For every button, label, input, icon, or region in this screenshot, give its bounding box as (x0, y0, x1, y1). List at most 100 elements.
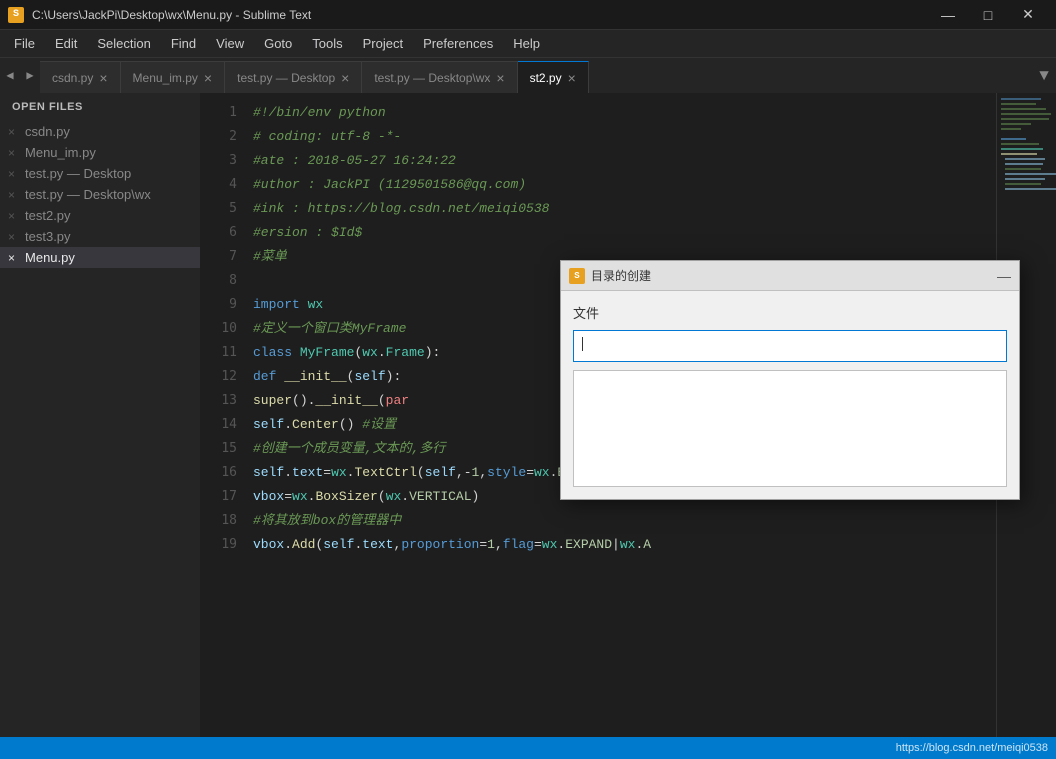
close-icon: × (8, 230, 15, 244)
code-line-19: vbox.Add(self.text,proportion=1,flag=wx.… (253, 533, 996, 557)
maximize-button[interactable]: □ (968, 0, 1008, 30)
title-controls: — □ ✕ (928, 0, 1048, 30)
tab-close-test-wx[interactable]: × (496, 71, 504, 85)
status-bar: https://blog.csdn.net/meiqi0538 (0, 737, 1056, 759)
line-num-9: 9 (200, 293, 245, 317)
line-num-1: 1 (200, 101, 245, 125)
line-num-3: 3 (200, 149, 245, 173)
tab-label-test-wx: test.py — Desktop\wx (374, 71, 490, 85)
sidebar-files: × csdn.py × Menu_im.py × test.py — Deskt… (0, 121, 200, 268)
menu-selection[interactable]: Selection (87, 30, 160, 57)
tab-nav-left[interactable]: ◀ (0, 58, 20, 93)
tab-menu-im[interactable]: Menu_im.py × (121, 61, 226, 93)
line-num-2: 2 (200, 125, 245, 149)
menu-preferences[interactable]: Preferences (413, 30, 503, 57)
text-cursor (582, 337, 583, 351)
sidebar-item-menu[interactable]: × Menu.py (0, 247, 200, 268)
line-num-19: 19 (200, 533, 245, 557)
menu-edit[interactable]: Edit (45, 30, 87, 57)
dialog-file-label: 文件 (573, 303, 1007, 322)
menu-view[interactable]: View (206, 30, 254, 57)
code-line-18: #将其放到box的管理器中 (253, 509, 996, 533)
line-num-5: 5 (200, 197, 245, 221)
dialog-body: 文件 (561, 291, 1019, 499)
title-left: S C:\Users\JackPi\Desktop\wx\Menu.py - S… (8, 7, 311, 23)
sidebar-item-menu-im[interactable]: × Menu_im.py (0, 142, 200, 163)
line-num-6: 6 (200, 221, 245, 245)
close-button[interactable]: ✕ (1008, 0, 1048, 30)
tab-bar: ◀ ▶ csdn.py × Menu_im.py × test.py — Des… (0, 58, 1056, 93)
code-line-2: # coding: utf-8 -*- (253, 125, 996, 149)
tab-csdn[interactable]: csdn.py × (40, 61, 121, 93)
close-icon: × (8, 209, 15, 223)
tab-test-wx[interactable]: test.py — Desktop\wx × (362, 61, 517, 93)
dialog-title-left: S 目录的创建 (569, 267, 651, 284)
menu-help[interactable]: Help (503, 30, 550, 57)
close-icon: × (8, 146, 15, 160)
code-line-6: #ersion : $Id$ (253, 221, 996, 245)
dialog-close-button[interactable]: — (997, 268, 1011, 284)
title-text: C:\Users\JackPi\Desktop\wx\Menu.py - Sub… (32, 8, 311, 22)
sidebar-item-test-desktop[interactable]: × test.py — Desktop (0, 163, 200, 184)
sidebar-file-name: test2.py (25, 208, 71, 223)
tab-label-menu-im: Menu_im.py (133, 71, 198, 85)
menu-goto[interactable]: Goto (254, 30, 302, 57)
line-num-17: 17 (200, 485, 245, 509)
tab-close-test-desktop[interactable]: × (341, 71, 349, 85)
line-num-15: 15 (200, 437, 245, 461)
sidebar-file-name: Menu.py (25, 250, 75, 265)
sidebar-file-name: test3.py (25, 229, 71, 244)
sidebar-item-test3[interactable]: × test3.py (0, 226, 200, 247)
code-line-5: #ink : https://blog.csdn.net/meiqi0538 (253, 197, 996, 221)
menu-find[interactable]: Find (161, 30, 206, 57)
tab-st2[interactable]: st2.py × (518, 61, 589, 93)
line-num-12: 12 (200, 365, 245, 389)
line-num-11: 11 (200, 341, 245, 365)
menu-file[interactable]: File (4, 30, 45, 57)
dialog-title-text: 目录的创建 (591, 267, 651, 284)
line-num-8: 8 (200, 269, 245, 293)
code-line-4: #uthor : JackPI (1129501586@qq.com) (253, 173, 996, 197)
line-num-13: 13 (200, 389, 245, 413)
close-icon: × (8, 167, 15, 181)
code-line-3: #ate : 2018-05-27 16:24:22 (253, 149, 996, 173)
close-icon: × (8, 125, 15, 139)
sidebar-header: OPEN FILES (0, 93, 200, 121)
sidebar-item-test-wx[interactable]: × test.py — Desktop\wx (0, 184, 200, 205)
menu-bar: File Edit Selection Find View Goto Tools… (0, 30, 1056, 58)
tab-overflow-button[interactable]: ▼ (1032, 58, 1056, 93)
close-icon: × (8, 251, 15, 265)
line-num-16: 16 (200, 461, 245, 485)
sidebar-item-csdn[interactable]: × csdn.py (0, 121, 200, 142)
dialog-text-area[interactable] (573, 370, 1007, 487)
app-icon: S (8, 7, 24, 23)
tab-close-menu-im[interactable]: × (204, 71, 212, 85)
tab-label-st2: st2.py (530, 71, 562, 85)
status-url: https://blog.csdn.net/meiqi0538 (896, 742, 1048, 754)
menu-project[interactable]: Project (353, 30, 413, 57)
dialog[interactable]: S 目录的创建 — 文件 (560, 260, 1020, 500)
sidebar: OPEN FILES × csdn.py × Menu_im.py × test… (0, 93, 200, 759)
tab-label-csdn: csdn.py (52, 71, 93, 85)
tab-nav-right[interactable]: ▶ (20, 58, 40, 93)
tab-close-st2[interactable]: × (568, 71, 576, 85)
title-bar: S C:\Users\JackPi\Desktop\wx\Menu.py - S… (0, 0, 1056, 30)
line-numbers: 1 2 3 4 5 6 7 8 9 10 11 12 13 14 15 16 1… (200, 93, 245, 759)
sidebar-file-name: csdn.py (25, 124, 70, 139)
sidebar-item-test2[interactable]: × test2.py (0, 205, 200, 226)
minimize-button[interactable]: — (928, 0, 968, 30)
dialog-file-input[interactable] (573, 330, 1007, 362)
line-num-7: 7 (200, 245, 245, 269)
line-num-18: 18 (200, 509, 245, 533)
tab-label-test-desktop: test.py — Desktop (237, 71, 335, 85)
tab-test-desktop[interactable]: test.py — Desktop × (225, 61, 362, 93)
sidebar-file-name: Menu_im.py (25, 145, 96, 160)
close-icon: × (8, 188, 15, 202)
line-num-4: 4 (200, 173, 245, 197)
dialog-title-bar: S 目录的创建 — (561, 261, 1019, 291)
tab-close-csdn[interactable]: × (99, 71, 107, 85)
dialog-icon: S (569, 268, 585, 284)
sidebar-file-name: test.py — Desktop\wx (25, 187, 151, 202)
menu-tools[interactable]: Tools (302, 30, 352, 57)
sidebar-file-name: test.py — Desktop (25, 166, 131, 181)
